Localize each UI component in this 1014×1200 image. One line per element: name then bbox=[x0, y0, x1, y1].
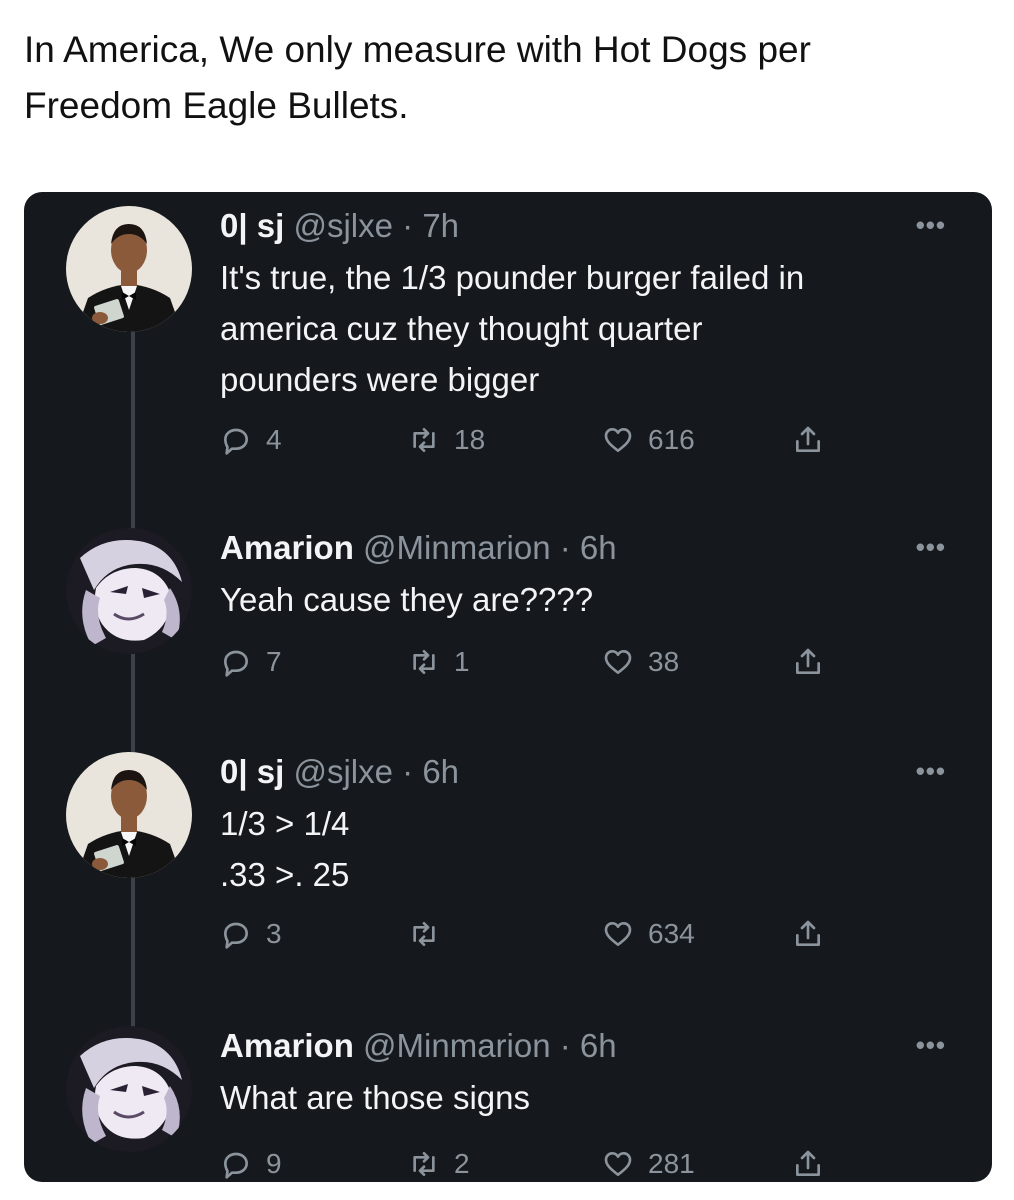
tweet-actions: 9 2 281 bbox=[220, 1144, 860, 1182]
separator: · bbox=[402, 207, 414, 244]
heart-icon bbox=[604, 1152, 632, 1176]
tweet-actions: 4 18 616 bbox=[220, 420, 860, 460]
share-button[interactable] bbox=[792, 1144, 824, 1182]
retweet-button[interactable] bbox=[408, 914, 454, 954]
retweet-button[interactable]: 2 bbox=[408, 1144, 470, 1182]
tweet-actions: 3 634 bbox=[220, 914, 860, 954]
man-in-tuxedo-avatar-icon bbox=[66, 752, 192, 878]
heart-icon bbox=[604, 650, 632, 674]
like-button[interactable]: 634 bbox=[602, 914, 695, 954]
reply-button[interactable]: 3 bbox=[220, 914, 282, 954]
display-name[interactable]: Amarion bbox=[220, 1027, 354, 1064]
tweet-text-line: 1/3 > 1/4 bbox=[220, 805, 350, 842]
separator: · bbox=[402, 753, 414, 790]
like-button[interactable]: 281 bbox=[602, 1144, 695, 1182]
share-icon bbox=[796, 1150, 820, 1176]
retweet-icon bbox=[413, 650, 435, 674]
like-count: 616 bbox=[648, 424, 695, 455]
tweet-text-line: .33 >. 25 bbox=[220, 856, 350, 893]
handle[interactable]: @Minmarion bbox=[363, 1027, 551, 1064]
retweet-icon bbox=[413, 922, 435, 946]
avatar[interactable] bbox=[66, 206, 192, 332]
caption-line-2: Freedom Eagle Bullets. bbox=[24, 85, 409, 126]
thread-connector-line bbox=[131, 332, 135, 532]
reply-icon bbox=[224, 922, 248, 949]
share-button[interactable] bbox=[792, 642, 824, 682]
tweet-text: It's true, the 1/3 pounder burger failed… bbox=[220, 252, 940, 405]
like-button[interactable]: 616 bbox=[602, 420, 695, 460]
more-options-icon[interactable]: ••• bbox=[916, 756, 946, 787]
tweet-text-line: america cuz they thought quarter bbox=[220, 310, 703, 347]
reply-icon bbox=[224, 428, 248, 455]
display-name[interactable]: Amarion bbox=[220, 529, 354, 566]
share-icon bbox=[796, 426, 820, 452]
tweet-text: What are those signs bbox=[220, 1072, 940, 1123]
retweet-icon bbox=[413, 428, 435, 452]
post-caption: In America, We only measure with Hot Dog… bbox=[24, 22, 984, 134]
reply-count: 4 bbox=[266, 424, 282, 455]
tweet-thread-screenshot: 0| sj @sjlxe · 7h ••• It's true, the 1/3… bbox=[24, 192, 992, 1182]
retweet-button[interactable]: 18 bbox=[408, 420, 485, 460]
reply-button[interactable]: 4 bbox=[220, 420, 282, 460]
like-count: 281 bbox=[648, 1148, 695, 1179]
display-name[interactable]: 0| sj bbox=[220, 753, 284, 790]
tweet-text-line: It's true, the 1/3 pounder burger failed… bbox=[220, 259, 805, 296]
reply-icon bbox=[224, 1152, 248, 1179]
share-button[interactable] bbox=[792, 914, 824, 954]
share-icon bbox=[796, 920, 820, 946]
tweet-text-line: pounders were bigger bbox=[220, 361, 540, 398]
retweet-button[interactable]: 1 bbox=[408, 642, 470, 682]
retweet-count: 1 bbox=[454, 646, 470, 677]
handle[interactable]: @sjlxe bbox=[293, 753, 393, 790]
anime-character-avatar-icon bbox=[66, 1026, 192, 1152]
reply-count: 7 bbox=[266, 646, 282, 677]
avatar[interactable] bbox=[66, 528, 192, 654]
tweet-header: 0| sj @sjlxe · 6h bbox=[220, 752, 459, 792]
tweet-actions: 7 1 38 bbox=[220, 642, 860, 682]
timestamp[interactable]: 6h bbox=[580, 529, 617, 566]
tweet-header: Amarion @Minmarion · 6h bbox=[220, 1026, 617, 1066]
like-count: 634 bbox=[648, 918, 695, 949]
more-options-icon[interactable]: ••• bbox=[916, 532, 946, 563]
handle[interactable]: @Minmarion bbox=[363, 529, 551, 566]
avatar[interactable] bbox=[66, 1026, 192, 1152]
handle[interactable]: @sjlxe bbox=[293, 207, 393, 244]
tweet-text-line: What are those signs bbox=[220, 1079, 530, 1116]
retweet-icon bbox=[413, 1152, 435, 1176]
tweet-header: Amarion @Minmarion · 6h bbox=[220, 528, 617, 568]
heart-icon bbox=[604, 922, 632, 946]
reply-button[interactable]: 9 bbox=[220, 1144, 282, 1182]
timestamp[interactable]: 6h bbox=[580, 1027, 617, 1064]
avatar[interactable] bbox=[66, 752, 192, 878]
more-options-icon[interactable]: ••• bbox=[916, 1030, 946, 1061]
tweet-header: 0| sj @sjlxe · 7h bbox=[220, 206, 459, 246]
timestamp[interactable]: 7h bbox=[422, 207, 459, 244]
share-icon bbox=[796, 648, 820, 674]
thread-connector-line bbox=[131, 654, 135, 756]
like-button[interactable]: 38 bbox=[602, 642, 679, 682]
share-button[interactable] bbox=[792, 420, 824, 460]
tweet-text: 1/3 > 1/4 .33 >. 25 bbox=[220, 798, 940, 900]
separator: · bbox=[559, 1027, 571, 1064]
reply-button[interactable]: 7 bbox=[220, 642, 282, 682]
display-name[interactable]: 0| sj bbox=[220, 207, 284, 244]
caption-line-1: In America, We only measure with Hot Dog… bbox=[24, 29, 811, 70]
reply-count: 3 bbox=[266, 918, 282, 949]
retweet-count: 2 bbox=[454, 1148, 470, 1179]
reply-count: 9 bbox=[266, 1148, 282, 1179]
like-count: 38 bbox=[648, 646, 680, 677]
more-options-icon[interactable]: ••• bbox=[916, 210, 946, 241]
anime-character-avatar-icon bbox=[66, 528, 192, 654]
tweet-text: Yeah cause they are???? bbox=[220, 574, 940, 625]
separator: · bbox=[559, 529, 571, 566]
retweet-count: 18 bbox=[454, 424, 486, 455]
man-in-tuxedo-avatar-icon bbox=[66, 206, 192, 332]
timestamp[interactable]: 6h bbox=[422, 753, 459, 790]
heart-icon bbox=[604, 428, 632, 452]
reply-icon bbox=[224, 650, 248, 677]
thread-connector-line bbox=[131, 878, 135, 1036]
tweet-text-line: Yeah cause they are???? bbox=[220, 581, 594, 618]
